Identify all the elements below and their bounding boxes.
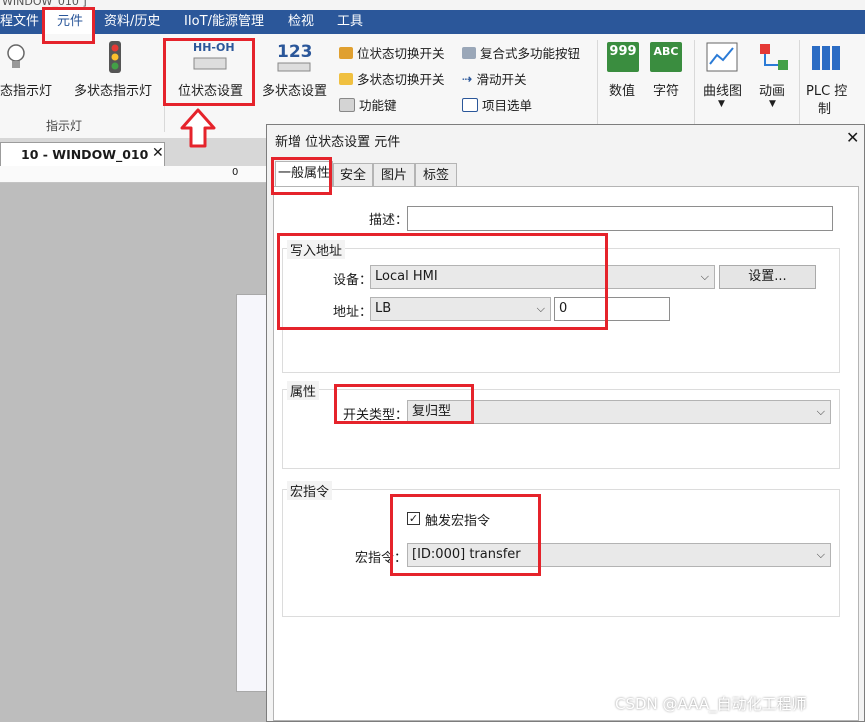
animation-icon	[760, 44, 788, 70]
multi-set-icon: 123	[277, 42, 313, 62]
menu-bar: 程文件 元件 资料/历史 IIoT/能源管理 检视 工具	[0, 10, 865, 34]
combo-button[interactable]: 复合式多功能按钮	[462, 43, 580, 62]
ribbon-separator	[694, 40, 695, 132]
up-arrow-icon	[180, 108, 216, 148]
ribbon-separator	[799, 40, 800, 132]
bit-switch-button[interactable]: 位状态切换开关	[339, 43, 445, 62]
ribbon-separator	[597, 40, 598, 132]
multi-switch-label: 多状态切换开关	[357, 72, 445, 87]
menu-data-history[interactable]: 资料/历史	[104, 10, 160, 34]
close-icon[interactable]: ✕	[152, 145, 164, 161]
traffic-light-icon	[109, 41, 121, 73]
group-label-indicator: 指示灯	[46, 119, 83, 133]
tab-label[interactable]: 标签	[415, 163, 457, 187]
chevron-down-icon: ⌵	[700, 270, 709, 283]
char-button[interactable]: 字符	[653, 80, 679, 99]
bit-switch-icon	[339, 46, 353, 59]
trend-chart-icon	[706, 42, 738, 72]
watermark: CSDN @AAA_自动化工程师	[615, 695, 807, 713]
animation-button[interactable]: 动画	[759, 80, 785, 99]
chevron-down-icon[interactable]: ▼	[769, 99, 776, 109]
slide-switch-button[interactable]: ⇢ 滑动开关	[462, 69, 527, 88]
highlight-menu-components	[42, 7, 95, 44]
plc-icon	[812, 46, 840, 70]
item-list-icon	[462, 97, 478, 112]
macro-title: 宏指令	[287, 481, 333, 500]
document-tab[interactable]: 10 - WINDOW_010 ✕	[0, 142, 165, 166]
bit-switch-label: 位状态切换开关	[357, 46, 445, 61]
dialog-title: 新增 位状态设置 元件	[275, 135, 401, 150]
trend-button[interactable]: 曲线图	[703, 80, 742, 99]
plc-control-button[interactable]: PLC 控	[806, 80, 847, 99]
combo-button-label: 复合式多功能按钮	[480, 46, 581, 61]
description-input[interactable]	[407, 206, 833, 231]
item-list-button[interactable]: 项目选单	[462, 95, 532, 114]
item-list-label: 项目选单	[482, 98, 533, 113]
ruler-zero: 0	[232, 167, 239, 178]
ruler: 0	[0, 166, 270, 183]
slide-switch-icon: ⇢	[462, 71, 473, 86]
device-settings-button[interactable]: 设置...	[719, 265, 816, 289]
close-icon[interactable]: ✕	[846, 128, 859, 147]
plc-control-button-line2[interactable]: 制	[818, 98, 831, 117]
highlight-switch-type	[334, 384, 474, 424]
char-icon: ABC	[650, 42, 682, 72]
document-tab-label: 10 - WINDOW_010	[21, 147, 149, 162]
menu-view[interactable]: 检视	[288, 10, 314, 34]
design-canvas[interactable]	[0, 183, 270, 722]
function-key-icon	[339, 97, 355, 112]
description-label: 描述：	[369, 213, 409, 228]
multi-switch-button[interactable]: 多状态切换开关	[339, 69, 445, 88]
attributes-title: 属性	[287, 381, 320, 400]
function-key-label: 功能键	[359, 98, 397, 113]
highlight-macro	[390, 494, 541, 576]
slide-switch-label: 滑动开关	[476, 72, 527, 87]
document-tab-strip: 10 - WINDOW_010 ✕	[0, 138, 270, 166]
multi-set-icon-base	[277, 62, 311, 72]
combo-button-icon	[462, 46, 476, 59]
window-title-bar: WINDOW_010 ]	[0, 0, 865, 10]
tab-picture[interactable]: 图片	[373, 163, 415, 187]
menu-file[interactable]: 程文件	[0, 10, 39, 34]
highlight-bit-state-setting	[163, 38, 255, 106]
function-key-button[interactable]: 功能键	[339, 95, 397, 114]
multi-lamp-button[interactable]: 多状态指示灯	[74, 80, 152, 99]
menu-tools[interactable]: 工具	[337, 10, 363, 34]
multi-switch-icon	[339, 72, 353, 85]
chevron-down-icon: ⌵	[816, 548, 825, 561]
numeric-button[interactable]: 数值	[609, 80, 635, 99]
bulb-icon	[7, 44, 25, 68]
numeric-icon: 999	[607, 42, 639, 72]
bit-lamp-button[interactable]: 态指示灯	[0, 80, 52, 99]
multi-state-setting-button[interactable]: 多状态设置	[262, 80, 327, 99]
tab-security[interactable]: 安全	[333, 163, 373, 187]
menu-iiot[interactable]: IIoT/能源管理	[184, 10, 264, 34]
highlight-write-address	[277, 233, 608, 330]
highlight-general-tab	[271, 157, 332, 195]
chevron-down-icon: ⌵	[816, 405, 825, 418]
chevron-down-icon[interactable]: ▼	[718, 99, 725, 109]
